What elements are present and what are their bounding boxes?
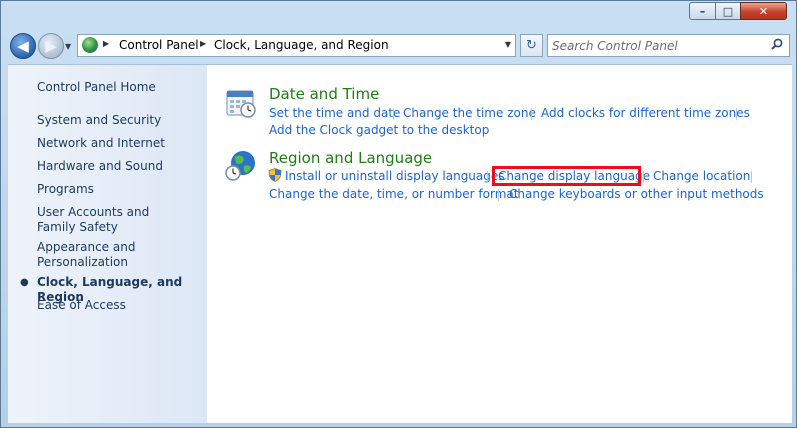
date-time-icon[interactable] (224, 85, 258, 119)
sidebar-item-hardware-sound[interactable]: Hardware and Sound (37, 159, 202, 174)
sidebar-item-network-internet[interactable]: Network and Internet (37, 136, 202, 151)
title-bar: – □ ✕ (1, 1, 796, 29)
breadcrumb-separator-icon[interactable]: ▶ (200, 39, 206, 48)
main-panel: Date and Time Set the time and date Chan… (207, 65, 792, 423)
region-language-title[interactable]: Region and Language (269, 149, 432, 167)
back-arrow-icon: ◀ (17, 37, 29, 55)
maximize-button[interactable]: □ (715, 2, 741, 20)
link-change-time-zone[interactable]: Change the time zone (403, 106, 536, 120)
search-input[interactable] (552, 37, 762, 54)
content-area: Control Panel Home System and Security N… (8, 64, 792, 423)
link-change-location[interactable]: Change location (653, 169, 750, 183)
address-dropdown-icon[interactable]: ▼ (505, 40, 511, 49)
link-add-clocks[interactable]: Add clocks for different time zones (541, 106, 750, 120)
link-change-keyboards[interactable]: Change keyboards or other input methods (509, 187, 764, 201)
recent-pages-dropdown[interactable]: ▼ (65, 42, 71, 51)
sidebar-control-panel-home[interactable]: Control Panel Home (37, 80, 202, 95)
link-divider (393, 108, 394, 120)
link-set-time-date[interactable]: Set the time and date (269, 106, 400, 120)
sidebar: Control Panel Home System and Security N… (8, 65, 207, 423)
current-page-bullet-icon: ● (20, 277, 29, 288)
control-panel-window: – □ ✕ ◀ ▶ ▼ ▶ Control Panel ▶ Clock, Lan… (0, 0, 797, 428)
breadcrumb-separator-icon[interactable]: ▶ (103, 39, 109, 48)
uac-shield-icon (268, 168, 282, 182)
forward-arrow-icon: ▶ (45, 37, 57, 55)
minimize-button[interactable]: – (689, 2, 716, 20)
navigation-bar: ◀ ▶ ▼ ▶ Control Panel ▶ Clock, Language,… (1, 29, 796, 63)
sidebar-item-system-security[interactable]: System and Security (37, 113, 202, 128)
close-button[interactable]: ✕ (740, 2, 787, 20)
link-divider (751, 171, 752, 183)
link-install-uninstall-languages[interactable]: Install or uninstall display languages (285, 169, 505, 183)
breadcrumb-control-panel[interactable]: Control Panel (119, 38, 199, 52)
refresh-button[interactable]: ↻ (520, 34, 543, 57)
search-icon[interactable] (771, 38, 783, 50)
link-divider (531, 108, 532, 120)
breadcrumb-clock-language-region[interactable]: Clock, Language, and Region (214, 38, 389, 52)
link-divider (498, 189, 499, 201)
search-box[interactable] (547, 34, 790, 57)
address-bar[interactable]: ▶ Control Panel ▶ Clock, Language, and R… (77, 34, 516, 57)
sidebar-item-user-accounts[interactable]: User Accounts and Family Safety (37, 205, 187, 235)
sidebar-item-ease-of-access[interactable]: Ease of Access (37, 298, 202, 313)
sidebar-item-programs[interactable]: Programs (37, 182, 202, 197)
link-change-date-format[interactable]: Change the date, time, or number format (269, 187, 518, 201)
back-button[interactable]: ◀ (10, 33, 36, 59)
region-language-globe-icon[interactable] (224, 148, 258, 182)
forward-button[interactable]: ▶ (38, 33, 64, 59)
sidebar-item-appearance[interactable]: Appearance and Personalization (37, 240, 147, 270)
link-divider (736, 108, 737, 120)
highlight-box (492, 166, 641, 186)
link-divider (643, 171, 644, 183)
control-panel-icon (82, 37, 98, 53)
refresh-icon: ↻ (526, 38, 537, 53)
link-divider (487, 171, 488, 183)
date-time-title[interactable]: Date and Time (269, 85, 379, 103)
link-add-clock-gadget[interactable]: Add the Clock gadget to the desktop (269, 123, 489, 137)
